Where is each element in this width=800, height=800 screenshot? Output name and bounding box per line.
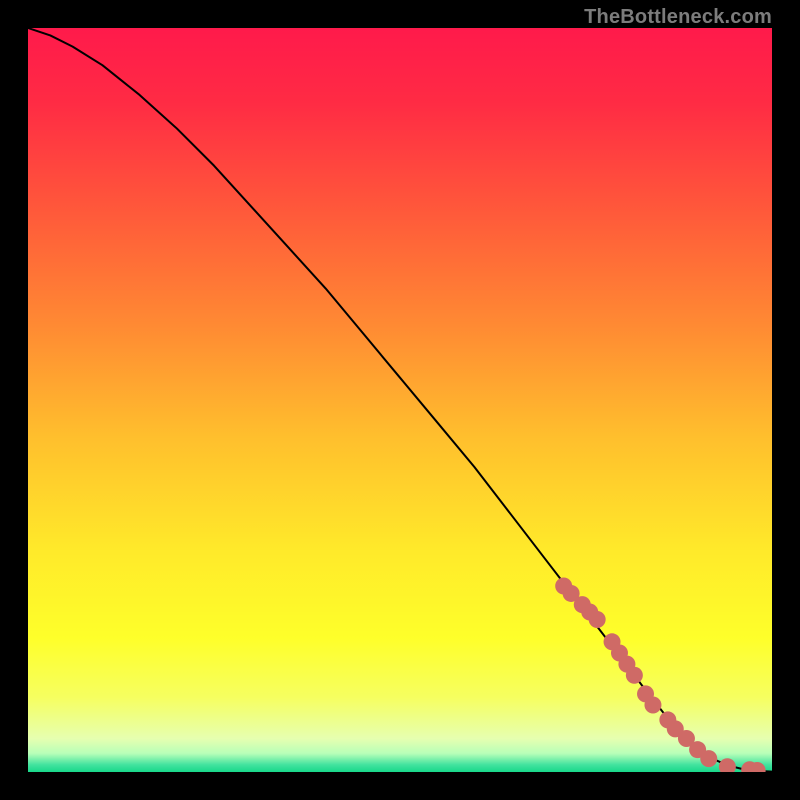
data-marker [589,611,606,628]
gradient-background [28,28,772,772]
data-marker [644,697,661,714]
watermark-text: TheBottleneck.com [584,6,772,29]
data-marker [626,667,643,684]
chart-frame: { "watermark": "TheBottleneck.com", "plo… [0,0,800,800]
chart-svg [28,28,772,772]
plot-area [28,28,772,772]
data-marker [700,750,717,767]
